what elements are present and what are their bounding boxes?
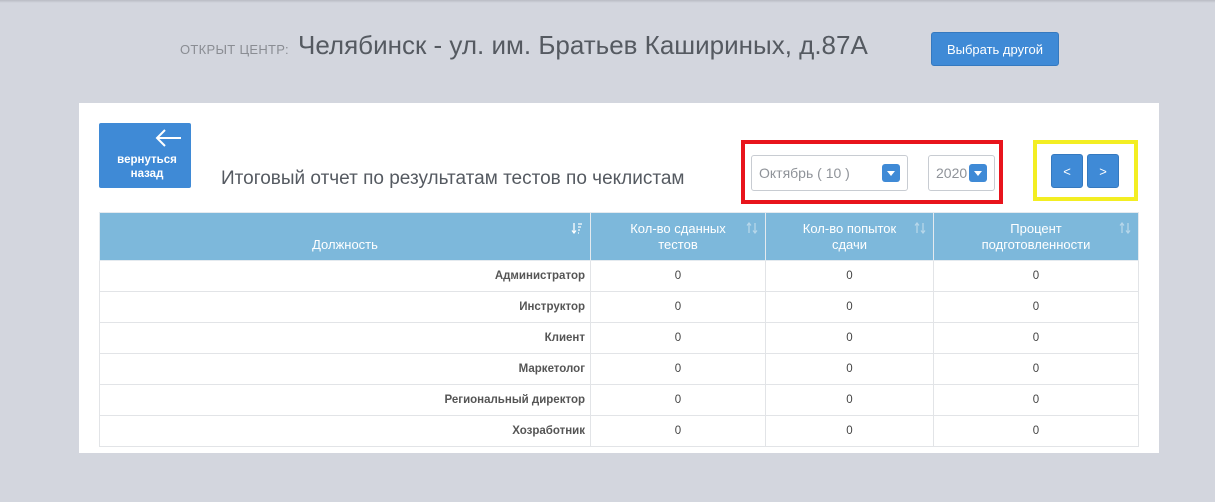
cell-position: Маркетолог xyxy=(99,353,591,385)
cell-position: Хозработник xyxy=(99,415,591,447)
month-select-value: Октябрь ( 10 ) xyxy=(759,165,850,181)
back-button[interactable]: вернуться назад xyxy=(99,123,191,188)
cell-percent: 0 xyxy=(933,322,1139,354)
chevron-down-icon xyxy=(882,164,900,182)
center-prefix: ОТКРЫТ ЦЕНТР: xyxy=(180,42,289,57)
sort-icon xyxy=(914,222,926,234)
cell-tests-passed: 0 xyxy=(590,322,766,354)
top-shadow xyxy=(0,0,1215,3)
cell-position: Региональный директор xyxy=(99,384,591,416)
table-row: Маркетолог 0 0 0 xyxy=(99,353,1139,385)
column-header-label: Кол-во попыток сдачи xyxy=(802,220,897,252)
cell-attempts: 0 xyxy=(765,260,934,292)
cell-attempts: 0 xyxy=(765,322,934,354)
year-select-value: 2020 xyxy=(936,165,968,181)
cell-attempts: 0 xyxy=(765,291,934,323)
table-row: Администратор 0 0 0 xyxy=(99,260,1139,292)
column-header-tests-passed[interactable]: Кол-во сданных тестов xyxy=(590,212,766,261)
choose-other-center-button[interactable]: Выбрать другой xyxy=(931,32,1059,66)
cell-position: Клиент xyxy=(99,322,591,354)
cell-percent: 0 xyxy=(933,353,1139,385)
cell-percent: 0 xyxy=(933,415,1139,447)
table-row: Региональный директор 0 0 0 xyxy=(99,384,1139,416)
table-row: Инструктор 0 0 0 xyxy=(99,291,1139,323)
pagination-highlight-box xyxy=(1033,140,1138,201)
back-label-line2: назад xyxy=(130,168,164,180)
cell-tests-passed: 0 xyxy=(590,384,766,416)
column-header-position[interactable]: Должность xyxy=(99,212,591,261)
chevron-down-icon xyxy=(969,164,987,182)
cell-attempts: 0 xyxy=(765,384,934,416)
cell-tests-passed: 0 xyxy=(590,415,766,447)
center-header: ОТКРЫТ ЦЕНТР: Челябинск - ул. им. Братье… xyxy=(0,28,1215,68)
cell-position: Администратор xyxy=(99,260,591,292)
month-select[interactable]: Октябрь ( 10 ) xyxy=(751,155,908,191)
column-header-label: Кол-во сданных тестов xyxy=(630,220,726,252)
table-row: Хозработник 0 0 0 xyxy=(99,415,1139,447)
sort-icon xyxy=(1119,222,1131,234)
table-row: Клиент 0 0 0 xyxy=(99,322,1139,354)
sort-desc-icon xyxy=(571,223,582,234)
cell-percent: 0 xyxy=(933,384,1139,416)
sort-icon xyxy=(746,222,758,234)
cell-attempts: 0 xyxy=(765,353,934,385)
back-button-label: вернуться назад xyxy=(109,153,185,181)
column-header-attempts[interactable]: Кол-во попыток сдачи xyxy=(765,212,934,261)
cell-tests-passed: 0 xyxy=(590,291,766,323)
cell-tests-passed: 0 xyxy=(590,353,766,385)
cell-percent: 0 xyxy=(933,291,1139,323)
center-name: Челябинск - ул. им. Братьев Кашириных, д… xyxy=(298,30,868,60)
table-header-row: Должность Кол-во сданных тестов Кол-во п… xyxy=(99,212,1139,261)
cell-tests-passed: 0 xyxy=(590,260,766,292)
cell-attempts: 0 xyxy=(765,415,934,447)
back-label-line1: вернуться xyxy=(117,154,177,166)
report-panel: вернуться назад Итоговый отчет по резуль… xyxy=(79,103,1159,453)
report-title: Итоговый отчет по результатам тестов по … xyxy=(221,168,685,189)
next-period-button[interactable]: > xyxy=(1087,154,1119,188)
report-table: Должность Кол-во сданных тестов Кол-во п… xyxy=(99,212,1139,447)
cell-position: Инструктор xyxy=(99,291,591,323)
cell-percent: 0 xyxy=(933,260,1139,292)
column-header-label: Должность xyxy=(312,237,378,252)
arrow-left-icon xyxy=(155,129,181,147)
prev-period-button[interactable]: < xyxy=(1051,154,1083,188)
year-select[interactable]: 2020 xyxy=(928,155,995,191)
column-header-percent[interactable]: Процент подготовленности xyxy=(933,212,1139,261)
column-header-label: Процент подготовленности xyxy=(981,220,1091,252)
